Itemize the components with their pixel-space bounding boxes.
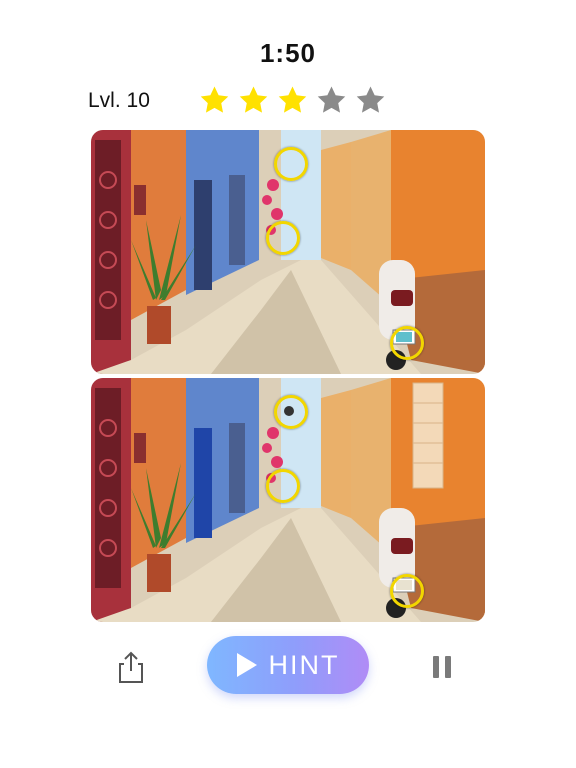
- pause-icon: [433, 656, 439, 678]
- star-icon: [237, 84, 270, 117]
- star-icon: [276, 84, 309, 117]
- hint-button[interactable]: HINT: [207, 636, 369, 694]
- play-icon: [236, 653, 257, 677]
- found-difference-marker: [390, 326, 424, 360]
- bottom-picture[interactable]: [91, 378, 485, 622]
- star-icon: [315, 84, 348, 117]
- star-icon: [198, 84, 231, 117]
- found-difference-marker: [274, 395, 308, 429]
- star-rating: [198, 84, 387, 117]
- timer: 1:50: [259, 38, 317, 68]
- pause-button[interactable]: [433, 656, 453, 678]
- top-picture[interactable]: [91, 130, 485, 374]
- pause-icon: [445, 656, 451, 678]
- found-difference-marker: [274, 147, 308, 181]
- level-label: Lvl. 10: [88, 89, 150, 112]
- star-icon: [354, 84, 387, 117]
- share-button[interactable]: [116, 650, 146, 684]
- found-difference-marker: [266, 221, 300, 255]
- hint-label: HINT: [268, 649, 340, 680]
- share-icon: [119, 651, 143, 683]
- found-difference-marker: [390, 574, 424, 608]
- found-difference-marker: [266, 469, 300, 503]
